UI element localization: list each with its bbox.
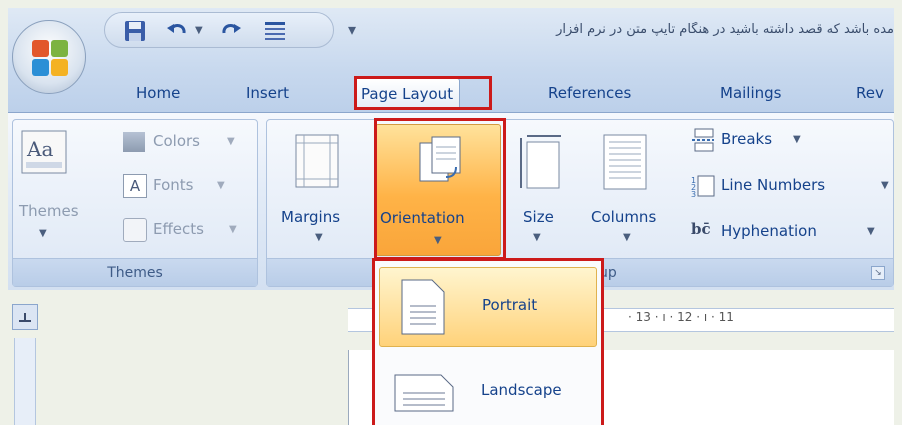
portrait-option[interactable]: Portrait (379, 267, 597, 347)
hyphenation-label: Hyphenation (721, 222, 817, 240)
landscape-option[interactable]: Landscape (379, 353, 597, 425)
size-label: Size (523, 208, 554, 226)
orientation-button[interactable]: Orientation ▼ (375, 124, 501, 256)
breaks-button[interactable]: Breaks ▼ (691, 128, 821, 154)
size-dropdown-icon: ▼ (533, 232, 541, 243)
margins-icon (295, 134, 339, 188)
landscape-icon (394, 374, 454, 412)
office-logo-icon (32, 40, 68, 76)
line-numbers-dropdown-icon: ▼ (881, 180, 889, 191)
word-window: ▼ ▾ مده باشد که قصد داشته باشید در هنگام… (0, 0, 902, 425)
text-direction-icon[interactable] (263, 19, 287, 43)
customize-qat-icon[interactable]: ▾ (348, 20, 356, 39)
line-numbers-button[interactable]: 1 2 3 Line Numbers ▼ (691, 174, 891, 200)
undo-dropdown-icon[interactable]: ▼ (195, 25, 203, 36)
vertical-ruler (14, 338, 36, 425)
colors-dropdown-icon: ▼ (227, 136, 235, 147)
columns-icon (603, 134, 647, 190)
size-button[interactable]: Size ▼ (513, 124, 569, 250)
tab-references[interactable]: References (542, 78, 637, 110)
portrait-icon (401, 279, 445, 335)
tab-home[interactable]: Home (130, 78, 186, 110)
ruler-numbers: · 13 · ı · 12 · ı · 11 (628, 310, 734, 324)
title-bar: ▼ ▾ مده باشد که قصد داشته باشید در هنگام… (8, 8, 894, 72)
line-numbers-icon: 1 2 3 (691, 175, 715, 198)
colors-label: Colors (153, 132, 200, 150)
tab-review[interactable]: Rev (850, 78, 890, 110)
save-icon[interactable] (123, 19, 147, 43)
office-button[interactable] (12, 20, 86, 94)
columns-dropdown-icon: ▼ (623, 232, 631, 243)
margins-dropdown-icon: ▼ (315, 232, 323, 243)
hyphenation-button[interactable]: bc̄ Hyphenation ▼ (691, 220, 891, 246)
tab-selector-icon[interactable] (12, 304, 38, 330)
breaks-dropdown-icon: ▼ (793, 134, 801, 145)
portrait-label: Portrait (482, 296, 538, 314)
margins-label: Margins (281, 208, 341, 226)
ribbon-tabs: Home Insert Page Layout References Maili… (8, 72, 894, 112)
tab-insert[interactable]: Insert (240, 78, 295, 110)
effects-label: Effects (153, 220, 204, 238)
fonts-dropdown-icon: ▼ (217, 180, 225, 191)
themes-button-label: Themes (19, 202, 79, 220)
columns-label: Columns (591, 208, 657, 226)
tab-mailings[interactable]: Mailings (714, 78, 787, 110)
effects-button[interactable]: Effects ▼ (123, 218, 251, 244)
orientation-dropdown-icon: ▼ (434, 235, 442, 246)
orientation-icon (419, 136, 461, 182)
themes-group: Aa Themes ▼ Colors ▼ A Fonts ▼ Effects ▼ (12, 119, 258, 287)
line-numbers-label: Line Numbers (721, 176, 826, 194)
tab-page-layout[interactable]: Page Layout (354, 78, 461, 110)
page-setup-launcher-icon[interactable]: ↘ (871, 266, 885, 280)
undo-icon[interactable] (165, 19, 189, 43)
themes-button[interactable]: Aa Themes ▼ (19, 124, 79, 244)
effects-icon (123, 218, 147, 242)
breaks-icon (692, 128, 714, 152)
document-title: مده باشد که قصد داشته باشید در هنگام تای… (556, 22, 894, 37)
margins-button[interactable]: Margins ▼ (273, 124, 361, 250)
orientation-menu: Portrait Landscape (374, 260, 602, 425)
colors-icon (123, 132, 145, 152)
effects-dropdown-icon: ▼ (229, 224, 237, 235)
landscape-label: Landscape (481, 381, 562, 399)
hyphenation-dropdown-icon: ▼ (867, 226, 875, 237)
colors-button[interactable]: Colors ▼ (123, 130, 251, 156)
fonts-button[interactable]: A Fonts ▼ (123, 174, 251, 200)
themes-icon: Aa (21, 130, 67, 174)
size-icon (520, 135, 561, 189)
columns-button[interactable]: Columns ▼ (583, 124, 667, 250)
svg-text:3: 3 (691, 190, 696, 198)
breaks-label: Breaks (721, 130, 773, 148)
themes-group-label: Themes (13, 258, 257, 286)
svg-text:Aa: Aa (26, 137, 53, 161)
fonts-icon: A (123, 174, 147, 198)
redo-icon[interactable] (219, 19, 243, 43)
hyphenation-icon: bc̄ (691, 220, 711, 238)
themes-dropdown-icon: ▼ (39, 228, 47, 239)
fonts-label: Fonts (153, 176, 194, 194)
orientation-label: Orientation (380, 209, 465, 227)
quick-access-toolbar: ▼ (104, 12, 334, 48)
